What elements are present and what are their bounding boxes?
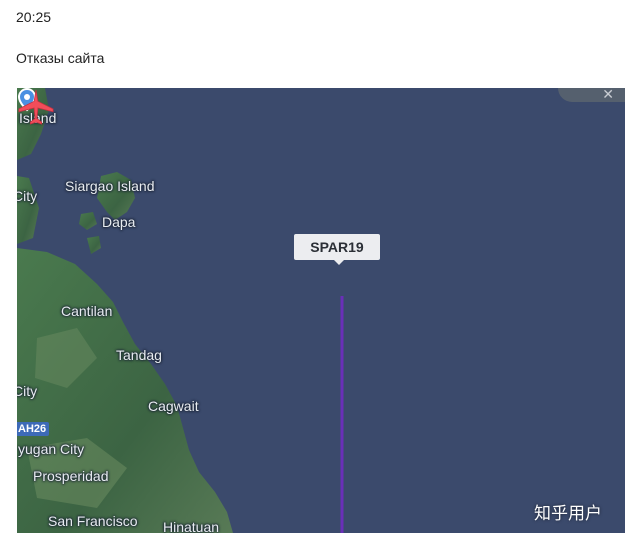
place-siargao: Siargao Island [65, 178, 155, 194]
place-cagwait: Cagwait [148, 398, 199, 414]
place-city-mid: City [17, 383, 38, 399]
timestamp: 20:25 [16, 9, 52, 25]
flight-map[interactable]: ✕ Island City Siargao Island Dapa Cantil… [17, 88, 625, 533]
landmass-left-strip [17, 176, 39, 244]
flight-callsign-label[interactable]: SPAR19 [294, 234, 380, 260]
callsign-pointer [334, 260, 344, 265]
place-hinatuan: Hinatuan [163, 519, 220, 533]
site-caption: Отказы сайта [16, 50, 105, 66]
airplane-icon[interactable] [17, 88, 55, 126]
zhihu-watermark: 知乎用户 [534, 504, 602, 523]
place-san-francisco: San Francisco [48, 513, 138, 529]
landmass-islet-1 [79, 212, 97, 230]
place-dapa: Dapa [102, 214, 136, 230]
place-tandag: Tandag [116, 347, 162, 363]
place-cantilan: Cantilan [61, 303, 113, 319]
road-label-ah26: AH26 [17, 422, 50, 436]
map-control-button[interactable]: ✕ [558, 88, 625, 102]
place-bayugan: yugan City [18, 441, 85, 457]
place-city-top: City [17, 188, 38, 204]
place-prosperidad: Prosperidad [33, 468, 109, 484]
landmass-islet-2 [87, 236, 101, 254]
close-icon[interactable]: ✕ [602, 88, 614, 103]
